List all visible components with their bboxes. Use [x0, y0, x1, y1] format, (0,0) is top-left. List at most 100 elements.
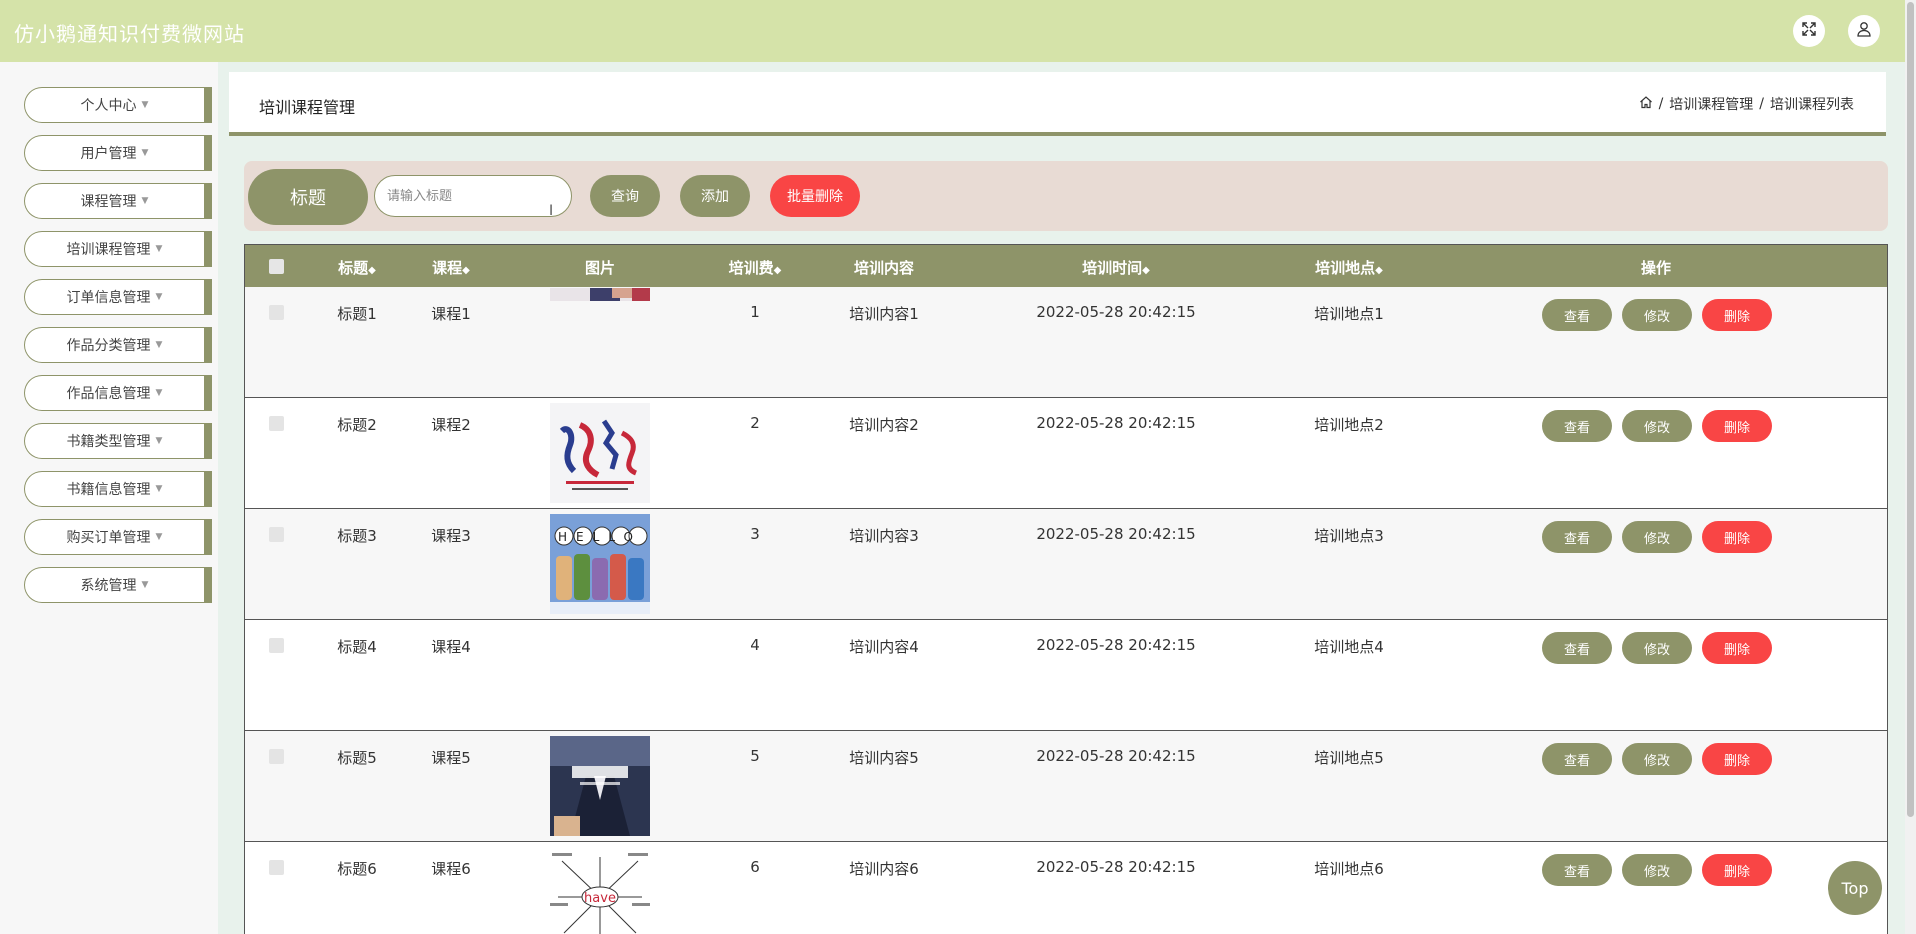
app-title: 仿小鹅通知识付费微网站 — [14, 22, 245, 46]
cell-time: 2022-05-28 20:42:15 — [1036, 525, 1196, 543]
caret-down-icon: ▼ — [155, 244, 163, 254]
caret-down-icon: ▼ — [155, 388, 163, 398]
cell-title: 标题1 — [337, 305, 377, 323]
edit-button[interactable]: 修改 — [1622, 410, 1692, 442]
cell-content: 培训内容6 — [849, 860, 919, 878]
column-header-time[interactable]: 培训时间◆ — [1082, 257, 1150, 278]
edit-button[interactable]: 修改 — [1622, 521, 1692, 553]
course-image: have — [550, 847, 650, 934]
edit-button[interactable]: 修改 — [1622, 632, 1692, 664]
row-checkbox[interactable] — [269, 416, 284, 431]
batch-delete-button[interactable]: 批量删除 — [770, 175, 860, 217]
course-image — [550, 403, 650, 503]
query-button[interactable]: 查询 — [590, 175, 660, 217]
sidebar-item-users[interactable]: 用户管理 ▼ — [24, 135, 212, 171]
course-image: HELLO — [550, 514, 650, 614]
row-checkbox[interactable] — [269, 749, 284, 764]
page-scrollbar[interactable] — [1905, 0, 1916, 934]
view-button[interactable]: 查看 — [1542, 521, 1612, 553]
fullscreen-button[interactable] — [1793, 15, 1825, 47]
select-all-checkbox[interactable] — [269, 259, 284, 274]
breadcrumb-item[interactable]: 培训课程管理 — [1669, 94, 1753, 114]
row-checkbox[interactable] — [269, 860, 284, 875]
sidebar-item-works[interactable]: 作品信息管理 ▼ — [24, 375, 212, 411]
table-row: 标题2 课程2 2 培训内容2 2022-05-28 20:42:15 培训地点… — [245, 398, 1887, 509]
cell-time: 2022-05-28 20:42:15 — [1036, 414, 1196, 432]
user-menu-button[interactable] — [1848, 15, 1880, 47]
cell-place: 培训地点2 — [1314, 416, 1384, 434]
cell-time: 2022-05-28 20:42:15 — [1036, 636, 1196, 654]
table-row: 标题1 课程1 1 培训内容1 2022-05-28 20:42:15 培训地点… — [245, 287, 1887, 398]
cell-course: 课程3 — [431, 527, 471, 545]
cell-time: 2022-05-28 20:42:15 — [1036, 747, 1196, 765]
cell-place: 培训地点3 — [1314, 527, 1384, 545]
delete-button[interactable]: 删除 — [1702, 521, 1772, 553]
caret-down-icon: ▼ — [141, 580, 149, 590]
sidebar-item-orders[interactable]: 订单信息管理 ▼ — [24, 279, 212, 315]
sidebar-item-label: 书籍信息管理 — [66, 482, 151, 498]
cell-content: 培训内容1 — [849, 305, 919, 323]
hello-text: HELLO — [558, 530, 642, 544]
cell-time: 2022-05-28 20:42:15 — [1036, 303, 1196, 321]
caret-down-icon: ▼ — [155, 484, 163, 494]
edit-button[interactable]: 修改 — [1622, 299, 1692, 331]
delete-button[interactable]: 删除 — [1702, 632, 1772, 664]
cell-fee: 5 — [750, 747, 760, 765]
breadcrumb-item: 培训课程列表 — [1770, 97, 1854, 113]
sidebar-item-work-categories[interactable]: 作品分类管理 ▼ — [24, 327, 212, 363]
column-header-actions: 操作 — [1640, 259, 1672, 277]
caret-down-icon: ▼ — [155, 436, 163, 446]
sidebar-item-label: 系统管理 — [80, 578, 137, 594]
search-input[interactable] — [374, 175, 572, 217]
column-header-course[interactable]: 课程◆ — [432, 257, 470, 278]
delete-button[interactable]: 删除 — [1702, 299, 1772, 331]
delete-button[interactable]: 删除 — [1702, 854, 1772, 886]
sidebar-item-books[interactable]: 书籍信息管理 ▼ — [24, 471, 212, 507]
sidebar-item-label: 课程管理 — [80, 194, 137, 210]
view-button[interactable]: 查看 — [1542, 410, 1612, 442]
table-row: 标题6 课程6 have 6 培训内容6 2022-05-28 20:42:15… — [245, 842, 1887, 934]
cell-fee: 6 — [750, 858, 760, 876]
sidebar-item-system[interactable]: 系统管理 ▼ — [24, 567, 212, 603]
view-button[interactable]: 查看 — [1542, 632, 1612, 664]
column-header-title[interactable]: 标题◆ — [338, 257, 376, 278]
view-button[interactable]: 查看 — [1542, 299, 1612, 331]
view-button[interactable]: 查看 — [1542, 854, 1612, 886]
cell-title: 标题6 — [337, 860, 377, 878]
sidebar-item-training-courses[interactable]: 培训课程管理 ▼ — [24, 231, 212, 267]
table-row: 标题4 课程4 4 培训内容4 2022-05-28 20:42:15 培训地点… — [245, 620, 1887, 731]
row-checkbox[interactable] — [269, 638, 284, 653]
breadcrumb: / 培训课程管理 / 培训课程列表 — [1639, 94, 1854, 114]
sidebar-item-courses[interactable]: 课程管理 ▼ — [24, 183, 212, 219]
add-button[interactable]: 添加 — [680, 175, 750, 217]
cell-fee: 2 — [750, 414, 760, 432]
sidebar-item-book-types[interactable]: 书籍类型管理 ▼ — [24, 423, 212, 459]
cell-course: 课程1 — [431, 305, 471, 323]
sort-icon: ◆ — [773, 265, 782, 276]
cell-place: 培训地点5 — [1314, 749, 1384, 767]
cell-content: 培训内容2 — [849, 416, 919, 434]
caret-down-icon: ▼ — [141, 148, 149, 158]
home-icon[interactable] — [1639, 95, 1653, 113]
row-checkbox[interactable] — [269, 527, 284, 542]
course-image — [550, 287, 650, 301]
cell-course: 课程6 — [431, 860, 471, 878]
delete-button[interactable]: 删除 — [1702, 743, 1772, 775]
edit-button[interactable]: 修改 — [1622, 743, 1692, 775]
row-checkbox[interactable] — [269, 305, 284, 320]
sidebar-item-personal-center[interactable]: 个人中心 ▼ — [24, 87, 212, 123]
sidebar-item-purchase-orders[interactable]: 购买订单管理 ▼ — [24, 519, 212, 555]
cell-place: 培训地点4 — [1314, 638, 1384, 656]
delete-button[interactable]: 删除 — [1702, 410, 1772, 442]
cell-content: 培训内容5 — [849, 749, 919, 767]
column-header-place[interactable]: 培训地点◆ — [1315, 257, 1383, 278]
column-header-fee[interactable]: 培训费◆ — [729, 257, 782, 278]
caret-down-icon: ▼ — [155, 340, 163, 350]
sort-icon: ◆ — [462, 265, 470, 276]
view-button[interactable]: 查看 — [1542, 743, 1612, 775]
scrollbar-thumb[interactable] — [1907, 2, 1914, 817]
edit-button[interactable]: 修改 — [1622, 854, 1692, 886]
user-icon — [1856, 21, 1872, 41]
caret-down-icon: ▼ — [155, 532, 163, 542]
back-to-top-button[interactable]: Top — [1828, 861, 1882, 915]
